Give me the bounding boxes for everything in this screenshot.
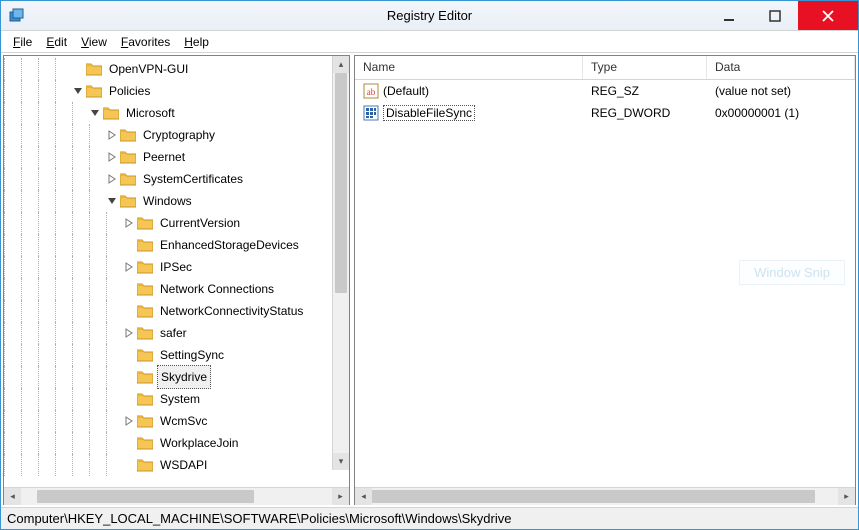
values-body[interactable]: ab (Default) REG_SZ(value not set) DisableF… [355,80,855,487]
tree-item[interactable]: WSDAPI [4,454,349,476]
menu-view[interactable]: View [75,33,113,51]
scroll-right-icon[interactable]: ▸ [838,488,855,505]
statusbar: Computer\HKEY_LOCAL_MACHINE\SOFTWARE\Pol… [1,507,858,529]
tree-item-label: SystemCertificates [140,168,246,190]
menubar: File Edit View Favorites Help [1,31,858,53]
window-controls [706,1,858,30]
values-horizontal-scrollbar[interactable]: ◂ ▸ [355,487,855,504]
expander-icon[interactable] [123,261,135,273]
tree-item[interactable]: NetworkConnectivityStatus [4,300,349,322]
app-icon [9,8,25,24]
value-name: DisableFileSync [383,105,475,121]
tree-item-label: Windows [140,190,195,212]
tree-item-label: IPSec [157,256,195,278]
tree-item[interactable]: WorkplaceJoin [4,432,349,454]
tree-item[interactable]: Skydrive [4,366,349,388]
tree-item[interactable]: WcmSvc [4,410,349,432]
tree-item[interactable]: Network Connections [4,278,349,300]
tree-item-label: Microsoft [123,102,178,124]
tree-vertical-scrollbar[interactable]: ▴ ▾ [332,56,349,470]
tree-item-label: CurrentVersion [157,212,243,234]
tree-item[interactable]: CurrentVersion [4,212,349,234]
tree-item[interactable]: Microsoft [4,102,349,124]
expander-icon[interactable] [89,107,101,119]
tree-item[interactable]: System [4,388,349,410]
expander-icon[interactable] [72,85,84,97]
tree-item[interactable]: OpenVPN-GUI [4,58,349,80]
tree-item-label: Policies [106,80,153,102]
scroll-right-icon[interactable]: ▸ [332,488,349,505]
tree-item-label: Peernet [140,146,188,168]
menu-file[interactable]: File [7,33,38,51]
tree-item-label: WSDAPI [157,454,210,476]
menu-help[interactable]: Help [178,33,215,51]
tree-item-label: Network Connections [157,278,277,300]
expander-icon[interactable] [123,415,135,427]
tree-item-label: Skydrive [157,365,211,389]
scroll-left-icon[interactable]: ◂ [355,488,372,505]
close-button[interactable] [798,1,858,30]
main-area: OpenVPN-GUIPoliciesMicrosoftCryptography… [1,53,858,507]
tree-item-label: System [157,388,203,410]
expander-icon[interactable] [106,173,118,185]
tree-item[interactable]: SettingSync [4,344,349,366]
tree-horizontal-scrollbar[interactable]: ◂ ▸ [4,487,349,504]
tree-body[interactable]: OpenVPN-GUIPoliciesMicrosoftCryptography… [4,56,349,487]
value-row[interactable]: ab (Default) REG_SZ(value not set) [355,80,855,102]
minimize-button[interactable] [706,1,752,30]
scroll-down-icon[interactable]: ▾ [333,453,349,470]
tree-item-label: EnhancedStorageDevices [157,234,302,256]
tree-item[interactable]: Cryptography [4,124,349,146]
status-path: Computer\HKEY_LOCAL_MACHINE\SOFTWARE\Pol… [7,511,511,526]
tree-item[interactable]: Peernet [4,146,349,168]
tree-item[interactable]: safer [4,322,349,344]
value-data: 0x00000001 (1) [707,106,855,120]
expander-icon[interactable] [106,195,118,207]
expander-icon[interactable] [123,217,135,229]
value-type: REG_SZ [583,84,707,98]
tree-item-label: safer [157,322,190,344]
value-name: (Default) [383,84,429,98]
tree-item-label: Cryptography [140,124,218,146]
column-header-name[interactable]: Name [355,56,583,79]
tree-item[interactable]: Policies [4,80,349,102]
tree-item-label: OpenVPN-GUI [106,58,191,80]
tree-pane: OpenVPN-GUIPoliciesMicrosoftCryptography… [3,55,350,505]
tree-item-label: NetworkConnectivityStatus [157,300,306,322]
svg-text:ab: ab [367,87,376,97]
titlebar: Registry Editor [1,1,858,31]
tree-item[interactable]: Windows [4,190,349,212]
expander-icon[interactable] [123,327,135,339]
tree-item[interactable]: IPSec [4,256,349,278]
menu-favorites[interactable]: Favorites [115,33,176,51]
expander-icon[interactable] [106,151,118,163]
column-header-data[interactable]: Data [707,56,855,79]
value-type: REG_DWORD [583,106,707,120]
column-header-type[interactable]: Type [583,56,707,79]
tree-item-label: WorkplaceJoin [157,432,241,454]
menu-edit[interactable]: Edit [40,33,73,51]
scroll-left-icon[interactable]: ◂ [4,488,21,505]
tree-item-label: WcmSvc [157,410,210,432]
watermark: Window Snip [739,260,845,285]
maximize-button[interactable] [752,1,798,30]
scroll-up-icon[interactable]: ▴ [333,56,349,73]
tree-item[interactable]: EnhancedStorageDevices [4,234,349,256]
values-pane: Name Type Data ab (Default) REG_SZ(value n… [354,55,856,505]
expander-icon[interactable] [106,129,118,141]
tree-item-label: SettingSync [157,344,227,366]
tree-item[interactable]: SystemCertificates [4,168,349,190]
value-row[interactable]: DisableFileSync REG_DWORD0x00000001 (1) [355,102,855,124]
value-data: (value not set) [707,84,855,98]
values-header: Name Type Data [355,56,855,80]
